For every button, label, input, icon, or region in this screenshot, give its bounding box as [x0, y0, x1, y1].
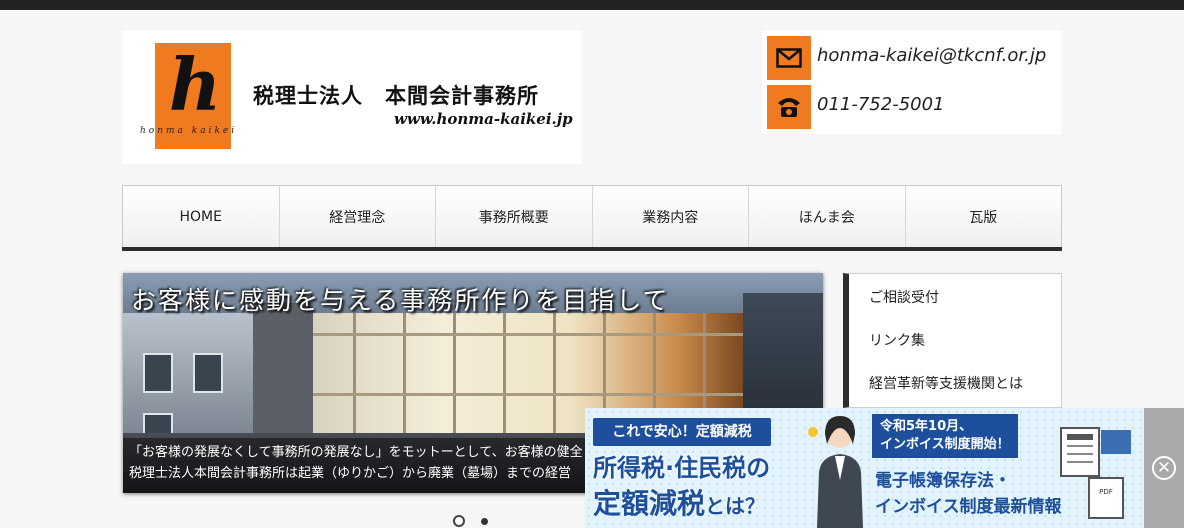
- side-menu: ご相談受付 リンク集 経営革新等支援機関とは: [843, 273, 1062, 408]
- slider-dot-active[interactable]: [453, 515, 465, 527]
- close-icon[interactable]: ✕: [1152, 456, 1176, 480]
- slide-title: お客様に感動を与える事務所作りを目指して: [131, 286, 670, 315]
- phone-row[interactable]: 011-752-5001: [767, 85, 1057, 129]
- ad-right-tag: 令和5年10月、 インボイス制度開始！: [872, 414, 1018, 458]
- ad-right-main-line-1: 電子帳簿保存法・: [875, 471, 1011, 491]
- ad-headline-2-small: とは？: [705, 494, 766, 518]
- ad-headline-2-main: 定額減税: [593, 487, 706, 520]
- ad-right-main: 電子帳簿保存法・ インボイス制度最新情報: [875, 468, 1062, 520]
- top-bar: [0, 0, 1184, 10]
- site-url: www.honma-kaikei.jp: [394, 110, 573, 128]
- ad-tag: これで安心！定額減税: [593, 418, 771, 446]
- ad-right-tag-line-1: 令和5年10月、: [880, 419, 973, 434]
- main-nav: HOME 経営理念 事務所概要 業務内容 ほんま会 瓦版: [122, 185, 1062, 251]
- firm-name: 税理士法人 本間会計事務所: [253, 83, 539, 108]
- slider-pagination: [451, 513, 501, 527]
- ad-headline-1: 所得税·住民税の: [593, 454, 771, 482]
- nav-item-office-overview[interactable]: 事務所概要: [436, 186, 593, 248]
- document-icon: PDF: [1060, 427, 1131, 519]
- nav-item-services[interactable]: 業務内容: [593, 186, 749, 248]
- ad-right-main-line-2: インボイス制度最新情報: [875, 497, 1062, 517]
- nav-item-philosophy[interactable]: 経営理念: [280, 186, 436, 248]
- phone-icon: [767, 85, 811, 129]
- logo-subtext: honma kaikei: [140, 126, 238, 136]
- email-text[interactable]: honma-kaikei@tkcnf.or.jp: [817, 45, 1046, 66]
- side-item-links[interactable]: リンク集: [869, 330, 925, 350]
- contact-box: honma-kaikei@tkcnf.or.jp 011-752-5001: [762, 30, 1062, 134]
- svg-text:PDF: PDF: [1099, 488, 1113, 496]
- ad-headline-2: 定額減税とは？: [593, 482, 765, 522]
- side-item-support-agency[interactable]: 経営革新等支援機関とは: [869, 373, 1023, 393]
- nav-item-home[interactable]: HOME: [123, 186, 280, 248]
- nav-item-kawaraban[interactable]: 瓦版: [906, 186, 1062, 248]
- mail-icon: [767, 36, 811, 80]
- site-logo[interactable]: h honma kaikei 税理士法人 本間会計事務所 www.honma-k…: [122, 30, 582, 164]
- ad-right-tag-line-2: インボイス制度開始！: [880, 437, 1010, 452]
- email-row[interactable]: honma-kaikei@tkcnf.or.jp: [767, 36, 1057, 80]
- phone-text[interactable]: 011-752-5001: [817, 94, 945, 115]
- side-item-consultation[interactable]: ご相談受付: [869, 287, 939, 307]
- businesswoman-icon: [808, 416, 863, 528]
- slider-dot[interactable]: [481, 518, 488, 525]
- logo-letter: h: [168, 42, 222, 127]
- ad-close-strip: ✕: [1144, 408, 1184, 528]
- ad-banner[interactable]: これで安心！定額減税 所得税·住民税の 定額減税とは？ 令和5年10月、 インボ…: [585, 408, 1144, 528]
- nav-item-honma-kai[interactable]: ほんま会: [749, 186, 906, 248]
